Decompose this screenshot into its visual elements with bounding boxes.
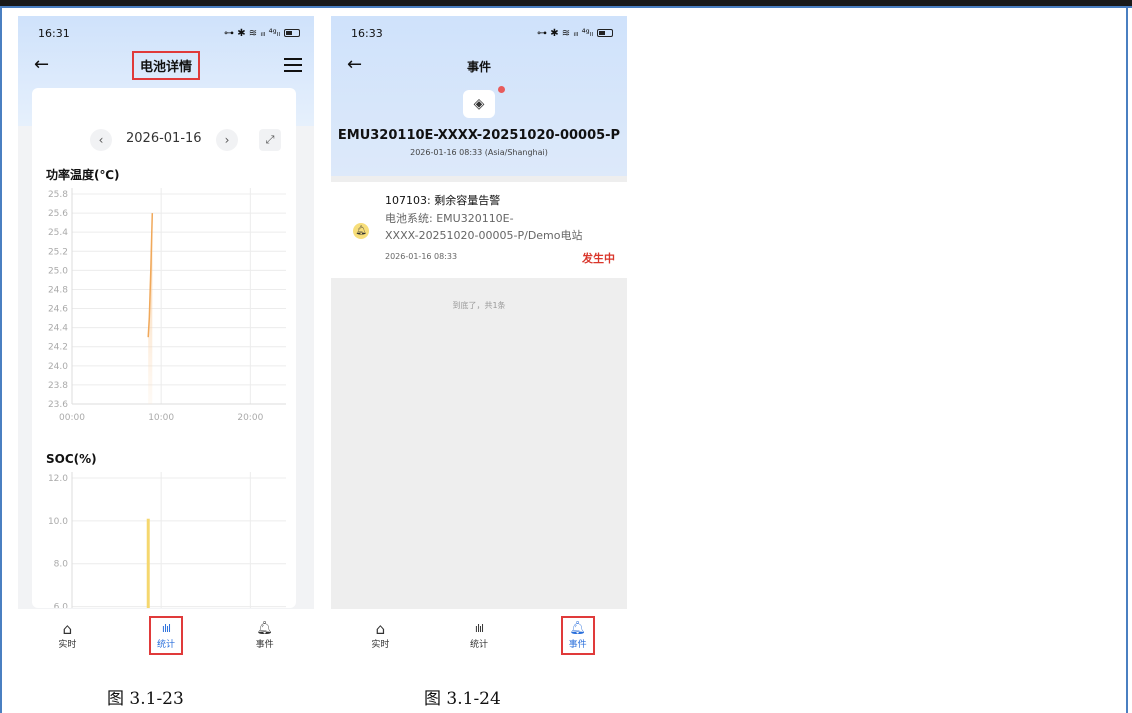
- home-icon: ⌂: [62, 619, 73, 638]
- tab-label: 实时: [58, 639, 77, 650]
- signal-icons: ⊶ ✱ ≋ ᵢₗₗ ⁴ᵍₗₗ: [537, 27, 593, 39]
- soc-bar: [146, 518, 150, 608]
- event-status: 发生中: [582, 252, 615, 265]
- next-date-button[interactable]: ›: [216, 129, 238, 151]
- y-tick-label: 10.0: [48, 517, 68, 527]
- event-desc-line: XXXX-20251020-00005-P/Demo电站: [385, 229, 583, 242]
- page-title: 事件: [466, 60, 491, 74]
- y-tick-label: 23.8: [48, 381, 68, 391]
- notification-dot: [498, 86, 505, 93]
- status-bar: 16:33 ⊶ ✱ ≋ ᵢₗₗ ⁴ᵍₗₗ: [331, 16, 627, 50]
- tab-realtime[interactable]: ⌂ 实时: [331, 609, 430, 661]
- tab-events[interactable]: 🔔︎ 事件: [215, 609, 314, 661]
- stats-card: ‹ 2026-01-16 › ⤢ 功率温度(℃) 25.8 25.6 25.4 25.…: [32, 88, 296, 608]
- status-bar: 16:31 ⊶ ✱ ≋ ᵢₗₗ ⁴ᵍₗₗ: [18, 16, 314, 50]
- page-title: 电池详情: [131, 50, 200, 80]
- bell-icon: 🔔︎: [569, 620, 586, 636]
- battery-icon: [284, 29, 300, 37]
- date-picker: ‹ 2026-01-16 › ⤢: [32, 128, 296, 152]
- y-tick-label: 8.0: [54, 560, 69, 570]
- event-bell-icon: 🔔︎: [353, 223, 369, 239]
- event-title: 107103: 剩余容量告警: [385, 194, 501, 207]
- back-arrow-icon[interactable]: ←: [34, 54, 49, 75]
- tab-events[interactable]: 🔔︎ 事件: [528, 609, 627, 661]
- y-tick-label: 12.0: [48, 474, 68, 484]
- device-time: 2026-01-16 08:33 (Asia/Shanghai): [410, 148, 548, 157]
- tab-label: 实时: [371, 639, 390, 650]
- bell-icon: 🔔︎: [256, 620, 273, 636]
- y-tick-label: 24.2: [48, 343, 68, 353]
- frame-right-border: [1126, 6, 1128, 713]
- y-tick-label: 24.8: [48, 285, 68, 295]
- frame-top-line: [0, 6, 1132, 8]
- event-time: 2026-01-16 08:33: [385, 252, 458, 261]
- tab-label: 事件: [568, 639, 587, 650]
- status-time: 16:31: [38, 26, 70, 40]
- tab-label: 统计: [470, 639, 489, 650]
- y-tick-label: 6.0: [54, 603, 69, 608]
- tab-statistics[interactable]: ılıl 统计: [117, 609, 216, 661]
- tab-realtime[interactable]: ⌂ 实时: [18, 609, 117, 661]
- y-tick-label: 25.8: [48, 190, 68, 200]
- tab-label: 事件: [255, 639, 274, 650]
- event-desc-line: 电池系统: EMU320110E-: [385, 212, 514, 225]
- prev-date-button[interactable]: ‹: [90, 129, 112, 151]
- y-tick-label: 24.4: [48, 324, 68, 334]
- y-tick-label: 25.0: [48, 266, 68, 276]
- list-end-text: 到底了，共1条: [452, 301, 506, 310]
- power-temp-chart: 25.8 25.6 25.4 25.2 25.0 24.8 24.6 24.4 24.2 24.0…: [48, 188, 286, 423]
- bottom-tab-bar: ⌂ 实时 ılıl 统计 🔔︎ 事件: [18, 609, 314, 661]
- status-icons: ⊶ ✱ ≋ ᵢₗₗ ⁴ᵍₗₗ: [224, 28, 300, 39]
- y-tick-label: 23.6: [48, 400, 68, 410]
- battery-icon: [597, 29, 613, 37]
- x-tick-label: 00:00: [59, 413, 85, 423]
- event-description: 电池系统: EMU320110E- XXXX-20251020-00005-P/…: [385, 210, 617, 244]
- x-tick-label: 20:00: [237, 413, 263, 423]
- chart-icon: ılıl: [474, 621, 484, 635]
- fullscreen-icon[interactable]: ⤢: [259, 129, 281, 151]
- status-icons: ⊶ ✱ ≋ ᵢₗₗ ⁴ᵍₗₗ: [537, 28, 613, 39]
- event-list-item[interactable]: 🔔︎ 107103: 剩余容量告警 电池系统: EMU320110E- XXXX…: [331, 182, 627, 278]
- menu-icon[interactable]: [284, 58, 302, 72]
- figure-caption-1: 图 3.1-23: [107, 689, 184, 709]
- signal-icons: ⊶ ✱ ≋ ᵢₗₗ ⁴ᵍₗₗ: [224, 27, 280, 39]
- battery-detail-screen: 16:31 ⊶ ✱ ≋ ᵢₗₗ ⁴ᵍₗₗ ← 电池详情 ‹ 2026-01-16…: [18, 16, 314, 661]
- power-temp-title: 功率温度(℃): [46, 168, 120, 182]
- y-tick-label: 24.0: [48, 362, 68, 372]
- status-time: 16:33: [351, 26, 383, 40]
- y-tick-label: 25.4: [48, 228, 68, 238]
- frame-left-border: [0, 6, 2, 713]
- nav-bar: ← 电池详情: [18, 50, 314, 80]
- device-id: EMU320110E-XXXX-20251020-00005-P: [337, 128, 621, 143]
- home-icon: ⌂: [375, 619, 386, 638]
- soc-title: SOC(%): [46, 452, 97, 466]
- date-value[interactable]: 2026-01-16: [126, 131, 202, 146]
- events-screen: 16:33 ⊶ ✱ ≋ ᵢₗₗ ⁴ᵍₗₗ ← 事件 ◈ EMU320110E-X…: [331, 16, 627, 661]
- x-tick-label: 10:00: [148, 413, 174, 423]
- bottom-tab-bar: ⌂ 实时 ılıl 统计 🔔︎ 事件: [331, 609, 627, 661]
- chart-icon: ılıl: [161, 621, 171, 635]
- layers-icon[interactable]: ◈: [463, 90, 495, 118]
- y-tick-label: 24.6: [48, 305, 68, 315]
- y-tick-label: 25.2: [48, 247, 68, 257]
- tab-label: 统计: [157, 639, 176, 650]
- tab-statistics[interactable]: ılıl 统计: [430, 609, 529, 661]
- y-tick-label: 25.6: [48, 209, 68, 219]
- soc-chart: 12.0 10.0 8.0 6.0: [48, 472, 286, 608]
- figure-caption-2: 图 3.1-24: [424, 689, 501, 709]
